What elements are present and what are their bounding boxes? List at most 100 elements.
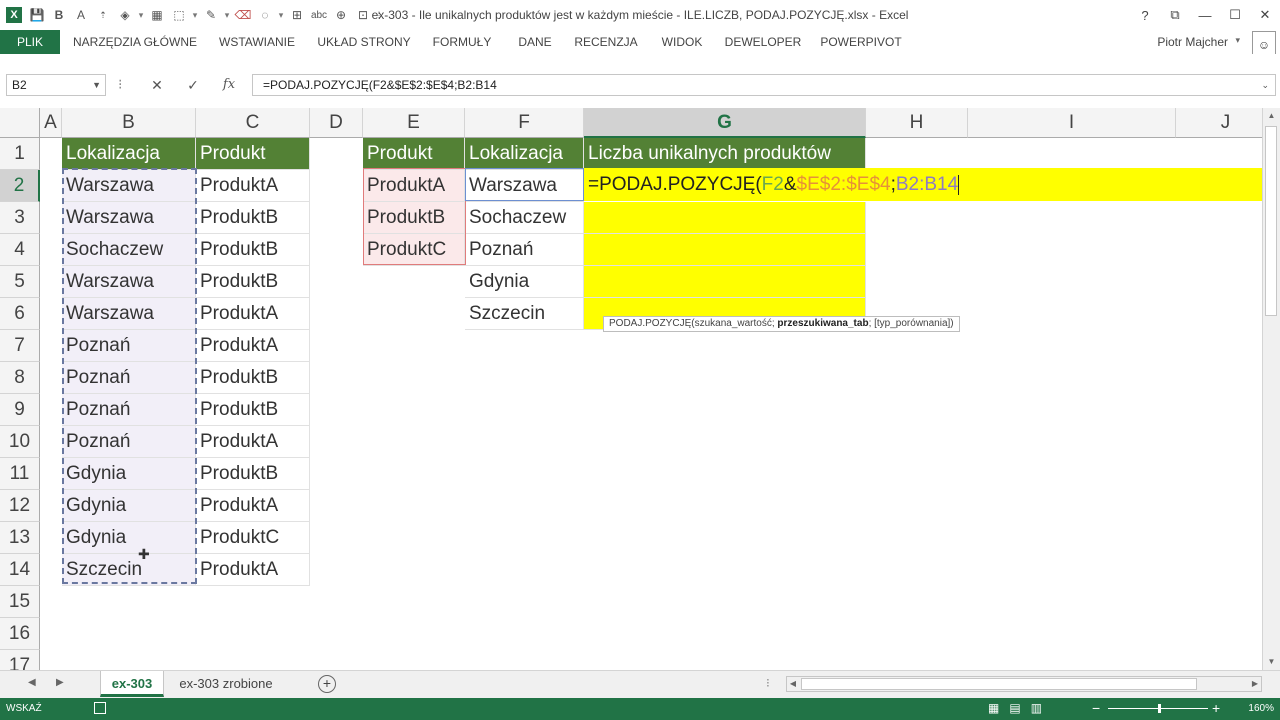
hscroll-thumb[interactable]	[801, 678, 1197, 690]
cell-c8[interactable]: ProduktB	[196, 362, 310, 394]
font-size-icon[interactable]: ⇡	[92, 5, 114, 25]
cell-b10[interactable]: Poznań	[62, 426, 196, 458]
zoom-in-icon[interactable]: +	[1212, 700, 1220, 716]
page-break-view-icon[interactable]: ▥	[1031, 701, 1042, 715]
draw-border-icon[interactable]: ✎	[200, 5, 222, 25]
chevron-down-icon[interactable]: ▾	[1235, 35, 1240, 46]
row-header-8[interactable]: 8	[0, 362, 40, 394]
scroll-left-icon[interactable]: ◀	[787, 677, 799, 691]
cell-g4[interactable]	[584, 234, 866, 266]
cell-f4[interactable]: Poznań	[465, 234, 584, 266]
cell-f2[interactable]: Warszawa	[465, 170, 584, 202]
formula-bar-grip-icon[interactable]: ⁝	[118, 76, 122, 93]
cell-c13[interactable]: ProduktC	[196, 522, 310, 554]
tab-review[interactable]: RECENZJA	[570, 30, 642, 54]
row-header-16[interactable]: 16	[0, 618, 40, 650]
cell-f6[interactable]: Szczecin	[465, 298, 584, 330]
row-header-6[interactable]: 6	[0, 298, 40, 330]
row-header-11[interactable]: 11	[0, 458, 40, 490]
chevron-down-icon[interactable]: ▾	[136, 5, 146, 25]
insert-sheet-icon[interactable]: ⊕	[330, 5, 352, 25]
chevron-down-icon[interactable]: ▾	[222, 5, 232, 25]
tab-file[interactable]: PLIK	[0, 30, 60, 54]
cell-c10[interactable]: ProduktA	[196, 426, 310, 458]
scroll-up-icon[interactable]: ▲	[1263, 108, 1280, 124]
tooltip-arg1[interactable]: szukana_wartość;	[695, 318, 778, 329]
tab-formulas[interactable]: FORMUŁY	[426, 30, 498, 54]
cell-c6[interactable]: ProduktA	[196, 298, 310, 330]
chevron-down-icon[interactable]: ▼	[92, 75, 101, 95]
cell-g3[interactable]	[584, 202, 866, 234]
clear-icon[interactable]: ◌	[254, 5, 276, 25]
header-cell-g1[interactable]: Liczba unikalnych produktów	[584, 138, 866, 170]
scroll-thumb[interactable]	[1265, 126, 1277, 316]
row-header-1[interactable]: 1	[0, 138, 40, 170]
cancel-button[interactable]: ✕	[142, 75, 172, 95]
cell-b12[interactable]: Gdynia	[62, 490, 196, 522]
row-header-15[interactable]: 15	[0, 586, 40, 618]
cell-c3[interactable]: ProduktB	[196, 202, 310, 234]
cell-c14[interactable]: ProduktA	[196, 554, 310, 586]
header-cell-c1[interactable]: Produkt	[196, 138, 310, 170]
tooltip-arg2[interactable]: przeszukiwana_tab	[777, 318, 868, 329]
scroll-down-icon[interactable]: ▼	[1263, 654, 1280, 670]
tab-insert[interactable]: WSTAWIANIE	[212, 30, 302, 54]
cell-b14[interactable]: Szczecin	[62, 554, 196, 586]
name-box[interactable]: B2 ▼	[6, 74, 106, 96]
header-cell-f1[interactable]: Lokalizacja	[465, 138, 584, 170]
zoom-level[interactable]: 160%	[1248, 703, 1274, 714]
eraser-icon[interactable]: ⌫	[232, 5, 254, 25]
zoom-slider-knob[interactable]	[1158, 704, 1161, 713]
chevron-left-icon[interactable]: ◀	[28, 677, 36, 688]
row-header-9[interactable]: 9	[0, 394, 40, 426]
tooltip-arg3[interactable]: ; [typ_porównania])	[869, 318, 954, 329]
cell-b3[interactable]: Warszawa	[62, 202, 196, 234]
font-color-button[interactable]: A	[70, 5, 92, 25]
cell-f5[interactable]: Gdynia	[465, 266, 584, 298]
cell-g5[interactable]	[584, 266, 866, 298]
tab-home[interactable]: NARZĘDZIA GŁÓWNE	[66, 30, 204, 54]
cell-c9[interactable]: ProduktB	[196, 394, 310, 426]
tab-powerpivot[interactable]: POWERPIVOT	[816, 30, 906, 54]
chevron-down-icon[interactable]: ▾	[190, 5, 200, 25]
zoom-out-icon[interactable]: −	[1092, 700, 1100, 716]
new-window-icon[interactable]: ⊡	[352, 5, 374, 25]
user-name[interactable]: Piotr Majcher	[1157, 35, 1228, 49]
cell-b11[interactable]: Gdynia	[62, 458, 196, 490]
spelling-button[interactable]: abc	[308, 5, 330, 25]
edit-cell-g2[interactable]: =PODAJ.POZYCJĘ(F2&$E$2:$E$4;B2:B14	[584, 168, 1262, 201]
column-header-b[interactable]: B	[62, 108, 196, 138]
page-layout-view-icon[interactable]: ▤	[1009, 701, 1020, 715]
chevron-down-icon[interactable]: ▾	[276, 5, 286, 25]
column-header-j[interactable]: J	[1176, 108, 1262, 138]
row-header-7[interactable]: 7	[0, 330, 40, 362]
select-all-corner[interactable]	[0, 108, 40, 138]
header-cell-e1[interactable]: Produkt	[363, 138, 465, 170]
cell-b4[interactable]: Sochaczew	[62, 234, 196, 266]
tooltip-fn[interactable]: PODAJ.POZYCJĘ(	[609, 318, 695, 329]
borders-icon[interactable]: ▦	[146, 5, 168, 25]
column-header-h[interactable]: H	[866, 108, 968, 138]
row-header-17[interactable]: 17	[0, 650, 40, 670]
close-button[interactable]: ✕	[1250, 0, 1280, 30]
tab-split-grip-icon[interactable]: ⁝	[766, 676, 770, 690]
header-cell-b1[interactable]: Lokalizacja	[62, 138, 196, 170]
tab-page-layout[interactable]: UKŁAD STRONY	[312, 30, 416, 54]
row-header-14[interactable]: 14	[0, 554, 40, 586]
chevron-down-icon[interactable]: ⌄	[1261, 75, 1269, 95]
save-icon[interactable]: 💾	[26, 5, 48, 25]
enter-button[interactable]: ✓	[178, 75, 208, 95]
column-header-d[interactable]: D	[310, 108, 363, 138]
add-sheet-button[interactable]: +	[318, 675, 336, 693]
insert-function-button[interactable]: fx	[214, 75, 244, 95]
cell-b7[interactable]: Poznań	[62, 330, 196, 362]
column-header-a[interactable]: A	[40, 108, 62, 138]
cell-b5[interactable]: Warszawa	[62, 266, 196, 298]
column-header-c[interactable]: C	[196, 108, 310, 138]
cell-c12[interactable]: ProduktA	[196, 490, 310, 522]
row-header-10[interactable]: 10	[0, 426, 40, 458]
row-header-4[interactable]: 4	[0, 234, 40, 266]
formula-input[interactable]: =PODAJ.POZYCJĘ(F2&$E$2:$E$4;B2:B14 ⌄	[252, 74, 1276, 96]
help-icon[interactable]: ?	[1130, 0, 1160, 30]
normal-view-icon[interactable]: ▦	[988, 701, 999, 715]
